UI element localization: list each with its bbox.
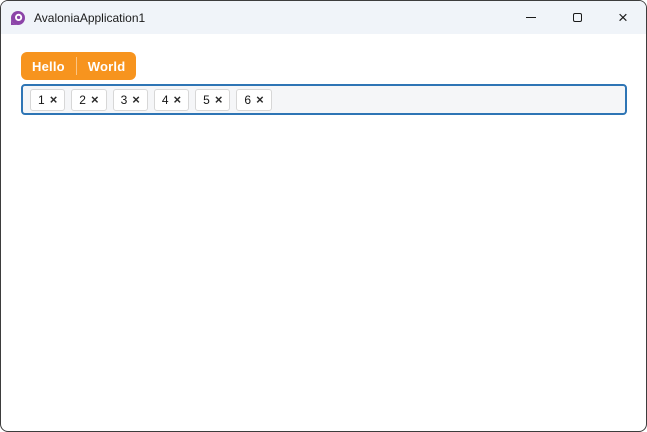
- chip-remove-icon[interactable]: ×: [132, 93, 140, 106]
- avalonia-logo-icon: [11, 10, 25, 25]
- window-controls: ×: [508, 1, 646, 34]
- app-window: AvaloniaApplication1 × Hello World 1 × 2…: [0, 0, 647, 432]
- minimize-button[interactable]: [508, 1, 554, 34]
- close-icon: ×: [618, 8, 628, 27]
- chip-remove-icon[interactable]: ×: [215, 93, 223, 106]
- maximize-icon: [572, 13, 582, 22]
- chip-2: 2 ×: [71, 88, 107, 111]
- chip-5: 5 ×: [195, 88, 231, 111]
- chip-6: 6 ×: [236, 88, 272, 111]
- chip-remove-icon[interactable]: ×: [91, 93, 99, 106]
- tag-input[interactable]: 1 × 2 × 3 × 4 × 5 × 6 ×: [21, 84, 627, 115]
- chip-label: 5: [203, 92, 210, 107]
- chip-label: 4: [161, 92, 169, 107]
- chip-label: 2: [79, 92, 86, 107]
- chip-label: 3: [120, 92, 128, 107]
- chip-1: 1 ×: [30, 88, 66, 111]
- tab-hello[interactable]: Hello: [21, 52, 76, 80]
- chip-label: 6: [244, 92, 252, 107]
- chip-remove-icon[interactable]: ×: [174, 93, 182, 106]
- chip-remove-icon[interactable]: ×: [50, 93, 58, 106]
- chip-remove-icon[interactable]: ×: [256, 93, 264, 106]
- window-title: AvaloniaApplication1: [34, 10, 146, 25]
- chip-3: 3 ×: [112, 88, 148, 111]
- close-button[interactable]: ×: [600, 1, 646, 34]
- maximize-button[interactable]: [554, 1, 600, 34]
- titlebar[interactable]: AvaloniaApplication1 ×: [1, 1, 646, 34]
- chip-label: 1: [38, 92, 45, 107]
- minimize-icon: [526, 17, 536, 18]
- tab-world[interactable]: World: [77, 52, 137, 80]
- chip-4: 4 ×: [153, 88, 190, 111]
- tabstrip: Hello World: [21, 52, 137, 80]
